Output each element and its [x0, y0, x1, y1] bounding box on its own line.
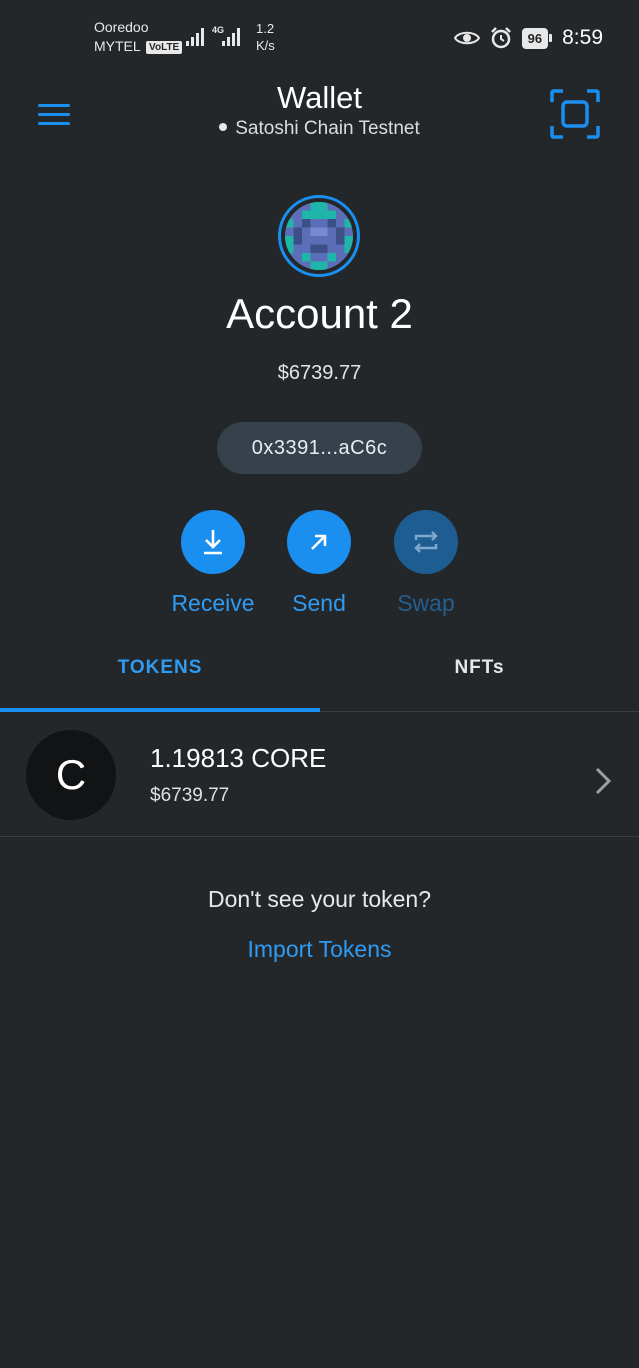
active-tab-indicator: [0, 708, 320, 712]
tab-tokens[interactable]: TOKENS: [0, 640, 320, 712]
network-speed: 1.2 K/s: [256, 20, 275, 54]
download-icon: [204, 530, 222, 555]
swap-icon-circle: [394, 510, 458, 574]
account-name[interactable]: Account 2: [0, 290, 639, 338]
send-label: Send: [292, 590, 346, 616]
status-right-group: 96 8:59: [453, 24, 603, 52]
token-logo: C: [26, 730, 116, 820]
status-bar: Ooredoo MYTEL VoLTE 4G 1.2 K/s 96 8:59: [0, 0, 639, 70]
carrier-info: Ooredoo MYTEL VoLTE: [94, 18, 183, 56]
tab-nfts[interactable]: NFTs: [320, 640, 639, 712]
carrier-bottom-row: MYTEL VoLTE: [94, 37, 183, 56]
account-avatar[interactable]: [278, 195, 360, 277]
qr-scan-icon: [550, 89, 600, 139]
swap-arrows-icon: [414, 531, 438, 553]
battery-icon: 96: [521, 27, 553, 49]
speed-unit: K/s: [256, 38, 275, 53]
missing-token-prompt: Don't see your token?: [207, 886, 432, 912]
page-title: Wallet: [277, 80, 362, 115]
carrier-top-label: Ooredoo: [94, 19, 149, 35]
signal-bars-icon: 4G: [186, 25, 240, 46]
receive-label: Receive: [171, 590, 255, 616]
send-icon-circle: [287, 510, 351, 574]
identicon-pattern: [285, 202, 353, 270]
speed-value: 1.2: [256, 21, 275, 36]
chevron-right-icon: [595, 767, 612, 795]
receive-icon-circle: [181, 510, 245, 574]
network-name: Satoshi Chain Testnet: [235, 118, 420, 139]
battery-tip: [549, 34, 553, 42]
receive-button[interactable]: Receive: [163, 510, 263, 617]
status-clock: 8:59: [562, 26, 603, 49]
token-fiat-value: $6739.77: [150, 785, 230, 806]
network-type-label: 4G: [212, 25, 224, 35]
eye-icon: [453, 31, 480, 45]
token-amount: 1.19813 CORE: [150, 743, 327, 773]
volte-badge: VoLTE: [146, 41, 183, 54]
import-tokens-link[interactable]: Import Tokens: [0, 936, 639, 963]
carrier-bottom-label: MYTEL: [94, 38, 141, 54]
identicon: [285, 202, 353, 270]
alarm-icon: [490, 27, 511, 49]
network-status-dot: [219, 123, 228, 131]
asset-tabs: TOKENS NFTs: [0, 640, 639, 712]
account-balance: $6739.77: [277, 362, 362, 384]
network-selector[interactable]: Satoshi Chain Testnet: [0, 118, 639, 140]
battery-level: 96: [521, 27, 549, 49]
account-address-button[interactable]: 0x3391...aC6c: [217, 422, 422, 474]
wallet-screen: Ooredoo MYTEL VoLTE 4G 1.2 K/s 96 8:59 W…: [0, 0, 639, 1368]
token-row-core[interactable]: C 1.19813 CORE $6739.77: [0, 713, 639, 837]
swap-label: Swap: [397, 590, 455, 616]
arrow-up-right-icon: [311, 534, 327, 550]
qr-scan-button[interactable]: [549, 88, 601, 140]
swap-button[interactable]: Swap: [376, 510, 476, 617]
send-button[interactable]: Send: [269, 510, 369, 617]
